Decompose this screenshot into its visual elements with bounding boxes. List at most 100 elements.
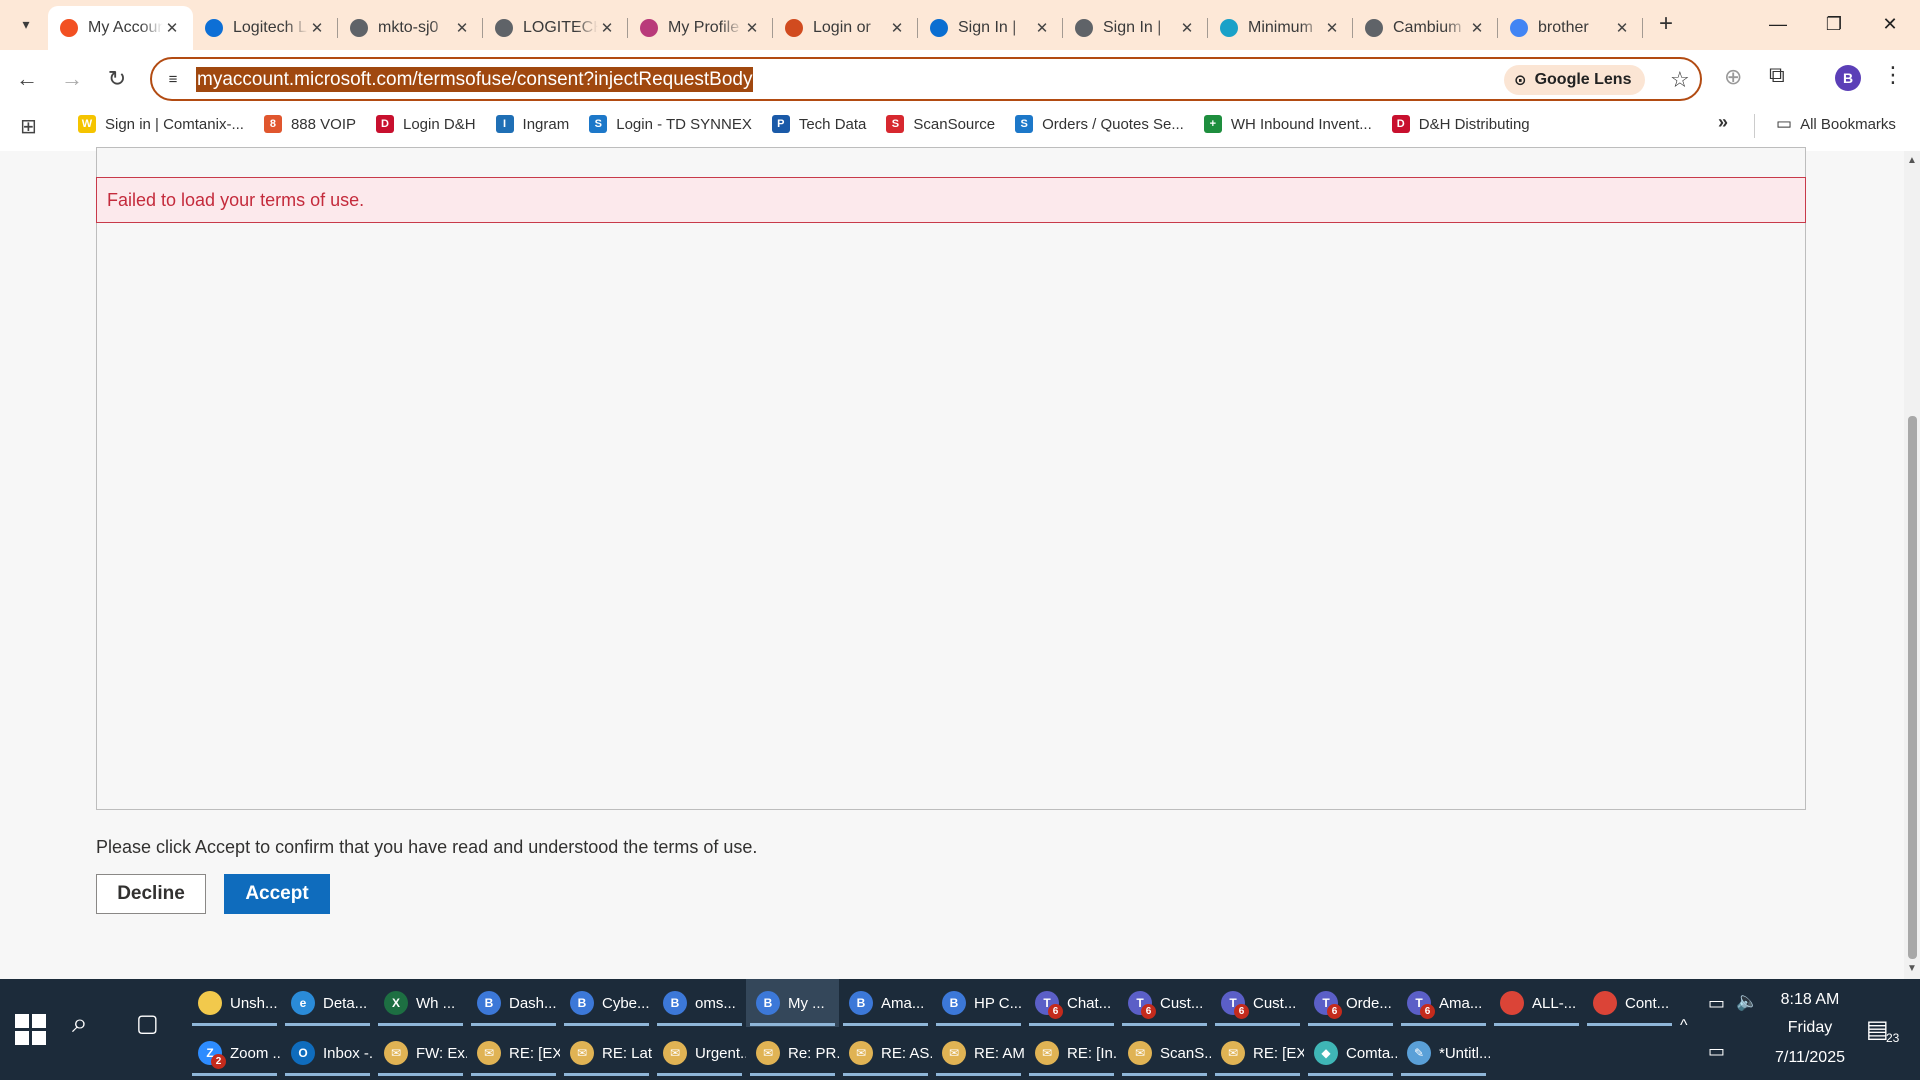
taskbar-app-button[interactable]: Unsh... xyxy=(188,979,281,1027)
tab[interactable]: Minimum ✕ xyxy=(1208,6,1353,50)
network-icon[interactable]: ▭ xyxy=(1708,1041,1725,1062)
tab-close-icon[interactable]: ✕ xyxy=(1033,19,1051,37)
taskbar-app-button[interactable]: T 6 Cust... xyxy=(1211,979,1304,1027)
taskbar-app-button[interactable]: ◆ Comta... xyxy=(1304,1029,1397,1077)
tab-close-icon[interactable]: ✕ xyxy=(1613,19,1631,37)
tab-close-icon[interactable]: ✕ xyxy=(1178,19,1196,37)
tab-close-icon[interactable]: ✕ xyxy=(1323,19,1341,37)
taskbar-search-icon[interactable]: ⌕ xyxy=(72,1007,88,1040)
taskbar-app-button[interactable]: X Wh ... xyxy=(374,979,467,1027)
scroll-up-arrow-icon[interactable]: ▲ xyxy=(1907,155,1917,166)
all-bookmarks-button[interactable]: ▭ All Bookmarks xyxy=(1776,108,1896,140)
tab-close-icon[interactable]: ✕ xyxy=(453,19,471,37)
scroll-thumb[interactable] xyxy=(1908,416,1917,959)
taskbar-app-button[interactable]: ✉ ScanS... xyxy=(1118,1029,1211,1077)
taskbar-app-button[interactable]: e Deta... xyxy=(281,979,374,1027)
tab-close-icon[interactable]: ✕ xyxy=(888,19,906,37)
site-info-icon[interactable]: ≡ xyxy=(162,68,184,90)
taskbar-app-button[interactable]: ALL-... xyxy=(1490,979,1583,1027)
taskbar-app-button[interactable]: B Cybe... xyxy=(560,979,653,1027)
taskbar-app-button[interactable]: B Ama... xyxy=(839,979,932,1027)
tab[interactable]: Login or ✕ xyxy=(773,6,918,50)
tab[interactable]: Logitech Login✕ xyxy=(193,6,338,50)
taskbar-app-button[interactable]: ✉ FW: Ex... xyxy=(374,1029,467,1077)
task-view-icon[interactable]: ▢ xyxy=(136,1009,159,1038)
browser-menu-icon[interactable]: ⋮ xyxy=(1882,62,1904,88)
clock-date[interactable]: 7/11/2025 xyxy=(1760,1049,1860,1067)
page-scrollbar[interactable]: ▲ ▼ xyxy=(1904,151,1920,979)
back-button[interactable]: ← xyxy=(10,62,44,96)
taskbar-app-button[interactable]: ✉ Re: PR... xyxy=(746,1029,839,1077)
close-window-button[interactable]: ✕ xyxy=(1862,0,1918,48)
tab[interactable]: Cambium ✕ xyxy=(1353,6,1498,50)
tab[interactable]: Sign In | ✕ xyxy=(1063,6,1208,50)
bookmark-item[interactable]: I Ingram xyxy=(495,108,569,140)
taskbar-app-button[interactable]: ✉ RE: [EX... xyxy=(467,1029,560,1077)
taskbar-app-button[interactable]: O Inbox -... xyxy=(281,1029,374,1077)
extensions-icon[interactable]: ⧉ xyxy=(1769,62,1785,88)
battery-icon[interactable]: ▭ xyxy=(1708,993,1725,1014)
taskbar-app-button[interactable]: T 6 Cust... xyxy=(1118,979,1211,1027)
taskbar-app-button[interactable]: B HP C... xyxy=(932,979,1025,1027)
bookmark-item[interactable]: S Login - TD SYNNEX xyxy=(589,108,752,140)
decline-button[interactable]: Decline xyxy=(96,874,206,914)
tab-search-chevron-icon[interactable]: ▾ xyxy=(12,10,40,38)
minimize-button[interactable]: — xyxy=(1750,0,1806,48)
taskbar-app-button[interactable]: Z 2 Zoom ... xyxy=(188,1029,281,1077)
bookmark-item[interactable]: 8 888 VOIP xyxy=(263,108,356,140)
clock-day[interactable]: Friday xyxy=(1760,1019,1860,1037)
tab[interactable]: Sign In | ✕ xyxy=(918,6,1063,50)
clock-time[interactable]: 8:18 AM xyxy=(1760,991,1860,1009)
tab-close-icon[interactable]: ✕ xyxy=(598,19,616,37)
taskbar-app-button[interactable]: B My ... xyxy=(746,979,839,1027)
taskbar-app-button[interactable]: ✉ RE: Lat... xyxy=(560,1029,653,1077)
taskbar-app-button[interactable]: ✉ RE: [EX... xyxy=(1211,1029,1304,1077)
forward-button[interactable]: → xyxy=(55,62,89,96)
more-bookmarks-icon[interactable]: » xyxy=(1718,112,1728,133)
bookmark-item[interactable]: W Sign in | Comtanix-... xyxy=(78,108,244,140)
tab-close-icon[interactable]: ✕ xyxy=(1468,19,1486,37)
taskbar-app-button[interactable]: ✉ Urgent... xyxy=(653,1029,746,1077)
tab[interactable]: My Profile ✕ xyxy=(628,6,773,50)
address-bar[interactable]: ≡ myaccount.microsoft.com/termsofuse/con… xyxy=(150,57,1702,101)
tab-close-icon[interactable]: ✕ xyxy=(308,19,326,37)
taskbar-app-button[interactable]: T 6 Chat... xyxy=(1025,979,1118,1027)
taskbar-app-button[interactable]: Cont... xyxy=(1583,979,1676,1027)
new-tab-button[interactable]: + xyxy=(1652,10,1680,38)
app-icon: B xyxy=(849,991,873,1015)
taskbar-app-button[interactable]: ✎ *Untitl... xyxy=(1397,1029,1490,1077)
tab[interactable]: LOGITECH ✕ xyxy=(483,6,628,50)
bookmark-item[interactable]: S ScanSource xyxy=(886,108,995,140)
tab[interactable]: mkto-sj0 ✕ xyxy=(338,6,483,50)
app-icon-glyph: B xyxy=(856,996,866,1010)
restore-button[interactable]: ❐ xyxy=(1806,0,1862,48)
volume-icon[interactable]: 🔈 xyxy=(1736,991,1758,1012)
bookmark-item[interactable]: + WH Inbound Invent... xyxy=(1203,108,1372,140)
translate-icon[interactable]: ⊕ xyxy=(1724,64,1742,90)
bookmark-item[interactable]: D D&H Distributing xyxy=(1391,108,1530,140)
accept-button[interactable]: Accept xyxy=(224,874,330,914)
taskbar-app-button[interactable]: ✉ RE: AS... xyxy=(839,1029,932,1077)
bookmark-item[interactable]: P Tech Data xyxy=(771,108,866,140)
tab[interactable]: brother ✕ xyxy=(1498,6,1643,50)
taskbar-app-button[interactable]: B Dash... xyxy=(467,979,560,1027)
taskbar-app-button[interactable]: ✉ RE: [In... xyxy=(1025,1029,1118,1077)
reload-button[interactable]: ↻ xyxy=(100,62,134,96)
bookmark-item[interactable]: S Orders / Quotes Se... xyxy=(1015,108,1184,140)
taskbar-app-button[interactable]: ✉ RE: AM... xyxy=(932,1029,1025,1077)
scroll-down-arrow-icon[interactable]: ▼ xyxy=(1907,963,1917,974)
bookmark-item[interactable]: D Login D&H xyxy=(376,108,476,140)
profile-avatar[interactable]: B xyxy=(1835,65,1861,91)
google-lens-button[interactable]: ⊙ Google Lens xyxy=(1504,65,1646,95)
tab-close-icon[interactable]: ✕ xyxy=(743,19,761,37)
tab[interactable]: My Account ✕ xyxy=(48,6,193,50)
apps-grid-icon[interactable]: ⊞ xyxy=(20,114,37,139)
bookmark-star-icon[interactable]: ☆ xyxy=(1670,67,1690,93)
tab-close-icon[interactable]: ✕ xyxy=(163,19,181,37)
taskbar-app-button[interactable]: T 6 Orde... xyxy=(1304,979,1397,1027)
windows-start-button[interactable] xyxy=(12,1011,48,1047)
taskbar-app-button[interactable]: Boms... xyxy=(653,979,746,1027)
taskbar-app-button[interactable]: T 6 Ama... xyxy=(1397,979,1490,1027)
url-text[interactable]: myaccount.microsoft.com/termsofuse/conse… xyxy=(196,67,754,92)
tray-chevron-icon[interactable]: ^ xyxy=(1680,1017,1688,1035)
